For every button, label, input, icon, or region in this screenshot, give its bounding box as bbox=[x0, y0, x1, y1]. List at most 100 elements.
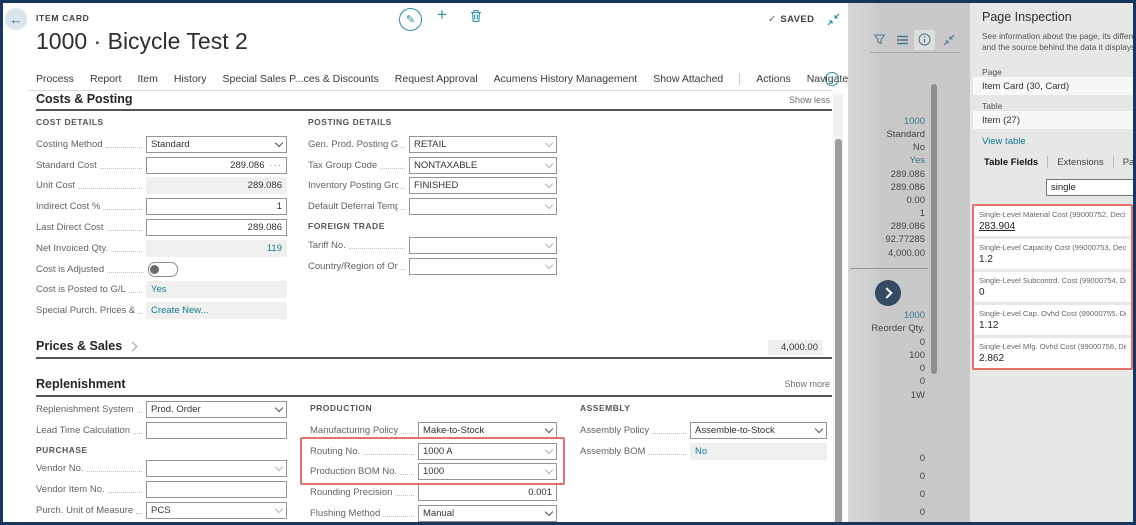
indirect-cost-input[interactable]: 1 bbox=[146, 198, 287, 215]
factbox-scrollbar[interactable] bbox=[931, 84, 937, 374]
list-item[interactable]: Single-Level Subcontrd. Cost (99000754, … bbox=[974, 272, 1131, 302]
menu-item-special-sales[interactable]: Special Sales P...ces & Discounts bbox=[223, 73, 379, 85]
default-deferral-template-select[interactable] bbox=[409, 198, 557, 215]
field-search-input[interactable] bbox=[1046, 179, 1136, 196]
next-record-button[interactable] bbox=[875, 280, 901, 306]
dimmed-factbox-strip: 1000 Standard No Yes 289.086 289.086 0.0… bbox=[848, 0, 970, 525]
focus-mode-button[interactable] bbox=[827, 13, 840, 26]
chevron-down-icon bbox=[275, 139, 283, 147]
tab-extensions[interactable]: Extensions bbox=[1048, 157, 1112, 168]
menu-item-request-approval[interactable]: Request Approval bbox=[395, 73, 478, 85]
menu-item-report[interactable]: Report bbox=[90, 73, 122, 85]
costing-method-select[interactable]: Standard bbox=[146, 136, 287, 153]
menu-item-history[interactable]: History bbox=[174, 73, 207, 85]
chevron-right-icon bbox=[881, 287, 892, 298]
field-label: Assembly BOM bbox=[580, 446, 645, 457]
edit-button[interactable]: ✎ bbox=[399, 8, 422, 31]
dotted-leader bbox=[108, 483, 142, 493]
field-row-indirect-cost: Indirect Cost % 1 bbox=[36, 196, 287, 217]
trash-icon bbox=[470, 9, 482, 23]
menu-info-icon[interactable]: i bbox=[825, 72, 839, 86]
filter-icon[interactable] bbox=[873, 33, 886, 46]
factbox-value: 0 bbox=[852, 375, 925, 388]
assembly-policy-select[interactable]: Assemble-to-Stock bbox=[690, 422, 827, 439]
save-status: ✓ SAVED bbox=[768, 14, 814, 25]
back-button[interactable]: ← bbox=[5, 8, 27, 30]
page-inspection-panel: Page Inspection See information about th… bbox=[970, 0, 1136, 525]
list-item[interactable]: Single-Level Cap. Ovhd Cost (99000755, D… bbox=[974, 305, 1131, 335]
last-direct-cost-input[interactable]: 289.086 bbox=[146, 219, 287, 236]
tab-table-fields[interactable]: Table Fields bbox=[975, 157, 1047, 168]
list-item[interactable]: Single-Level Capacity Cost (99000753, De… bbox=[974, 239, 1131, 269]
country-region-origin-select[interactable] bbox=[409, 258, 557, 275]
field-label: Country/Region of Origin ... bbox=[308, 261, 398, 272]
factbox-value: No bbox=[852, 141, 925, 154]
plus-icon: + bbox=[437, 5, 447, 24]
net-invoiced-qty-link[interactable]: 119 bbox=[146, 240, 287, 257]
vendor-item-no-input[interactable] bbox=[146, 481, 287, 498]
assist-edit-icon[interactable]: ··· bbox=[270, 160, 283, 171]
manufacturing-policy-select[interactable]: Make-to-Stock bbox=[418, 422, 557, 439]
section-title-replenishment[interactable]: Replenishment bbox=[36, 377, 126, 391]
menu-item-actions[interactable]: Actions bbox=[756, 73, 790, 85]
list-item[interactable]: Single-Level Mfg. Ovhd Cost (99000756, D… bbox=[974, 338, 1131, 368]
list-icon[interactable] bbox=[896, 35, 909, 45]
purch-unit-of-measure-select[interactable]: PCS bbox=[146, 502, 287, 519]
gen-prod-posting-group-select[interactable]: RETAIL bbox=[409, 136, 557, 153]
rounding-precision-input[interactable]: 0.001 bbox=[418, 484, 557, 501]
special-purch-link[interactable]: Create New... bbox=[146, 302, 287, 319]
tab-page-filters[interactable]: Page Filters bbox=[1114, 157, 1136, 168]
show-more-link[interactable]: Show more bbox=[784, 379, 830, 389]
vertical-scrollbar[interactable] bbox=[833, 94, 843, 524]
standard-cost-input[interactable]: 289.086 ··· bbox=[146, 157, 287, 174]
vendor-no-select[interactable] bbox=[146, 460, 287, 477]
dotted-leader bbox=[78, 179, 142, 189]
tax-group-code-select[interactable]: NONTAXABLE bbox=[409, 157, 557, 174]
dotted-leader bbox=[401, 200, 405, 210]
list-item[interactable]: Single-Level Material Cost (99000752, De… bbox=[974, 206, 1131, 236]
factbox-value: 0 bbox=[852, 336, 925, 349]
dotted-leader bbox=[138, 304, 142, 314]
lead-time-calculation-input[interactable] bbox=[146, 422, 287, 439]
section-rule bbox=[36, 109, 832, 111]
assembly-bom-link[interactable]: No bbox=[690, 443, 827, 460]
dotted-leader bbox=[401, 260, 405, 270]
menu-item-process[interactable]: Process bbox=[36, 73, 74, 85]
dotted-leader bbox=[107, 221, 142, 231]
menu-item-show-attached[interactable]: Show Attached bbox=[653, 73, 723, 85]
menu-item-item[interactable]: Item bbox=[137, 73, 157, 85]
tariff-no-select[interactable] bbox=[409, 237, 557, 254]
inventory-posting-group-select[interactable]: FINISHED bbox=[409, 177, 557, 194]
menu-item-acumens-history[interactable]: Acumens History Management bbox=[494, 73, 638, 85]
factbox-value: 1W bbox=[852, 389, 925, 402]
dotted-leader bbox=[401, 179, 405, 189]
new-button[interactable]: + bbox=[437, 5, 447, 25]
field-row-rounding-precision: Rounding Precision 0.001 bbox=[310, 482, 557, 503]
field-row-inventory-posting: Inventory Posting Group FINISHED bbox=[308, 176, 557, 197]
page-inspection-icon[interactable] bbox=[918, 33, 931, 46]
view-table-link[interactable]: View table bbox=[982, 136, 1026, 147]
field-label: Lead Time Calculation bbox=[36, 425, 130, 436]
cost-is-adjusted-toggle[interactable] bbox=[148, 262, 178, 277]
section-title-costs-posting[interactable]: Costs & Posting bbox=[36, 92, 133, 106]
chevron-down-icon bbox=[545, 445, 553, 453]
chevron-right-icon bbox=[128, 341, 138, 351]
item-card-page: ← ITEM CARD 1000 · Bicycle Test 2 ✎ + ✓ … bbox=[0, 0, 848, 525]
flushing-method-select[interactable]: Manual bbox=[418, 505, 557, 522]
field-label: Rounding Precision bbox=[310, 487, 392, 498]
field-row-net-invoiced-qty: Net Invoiced Qty. 119 bbox=[36, 238, 287, 259]
cost-posted-gl-link[interactable]: Yes bbox=[146, 281, 287, 298]
field-value[interactable]: 283.904 bbox=[979, 221, 1126, 232]
delete-button[interactable] bbox=[470, 9, 482, 23]
group-header-foreign-trade: FOREIGN TRADE bbox=[308, 217, 557, 235]
scrollbar-thumb[interactable] bbox=[835, 139, 842, 524]
dotted-leader bbox=[129, 283, 142, 293]
replenishment-system-select[interactable]: Prod. Order bbox=[146, 401, 287, 418]
expand-icon[interactable] bbox=[943, 34, 955, 46]
production-bom-no-select[interactable]: 1000 bbox=[418, 463, 557, 480]
show-less-link[interactable]: Show less bbox=[789, 95, 830, 105]
factbox-value: 92.77285 bbox=[852, 233, 925, 246]
section-title-prices-sales[interactable]: Prices & Sales bbox=[36, 339, 136, 353]
dotted-leader bbox=[349, 239, 405, 249]
routing-no-select[interactable]: 1000 A bbox=[418, 443, 557, 460]
